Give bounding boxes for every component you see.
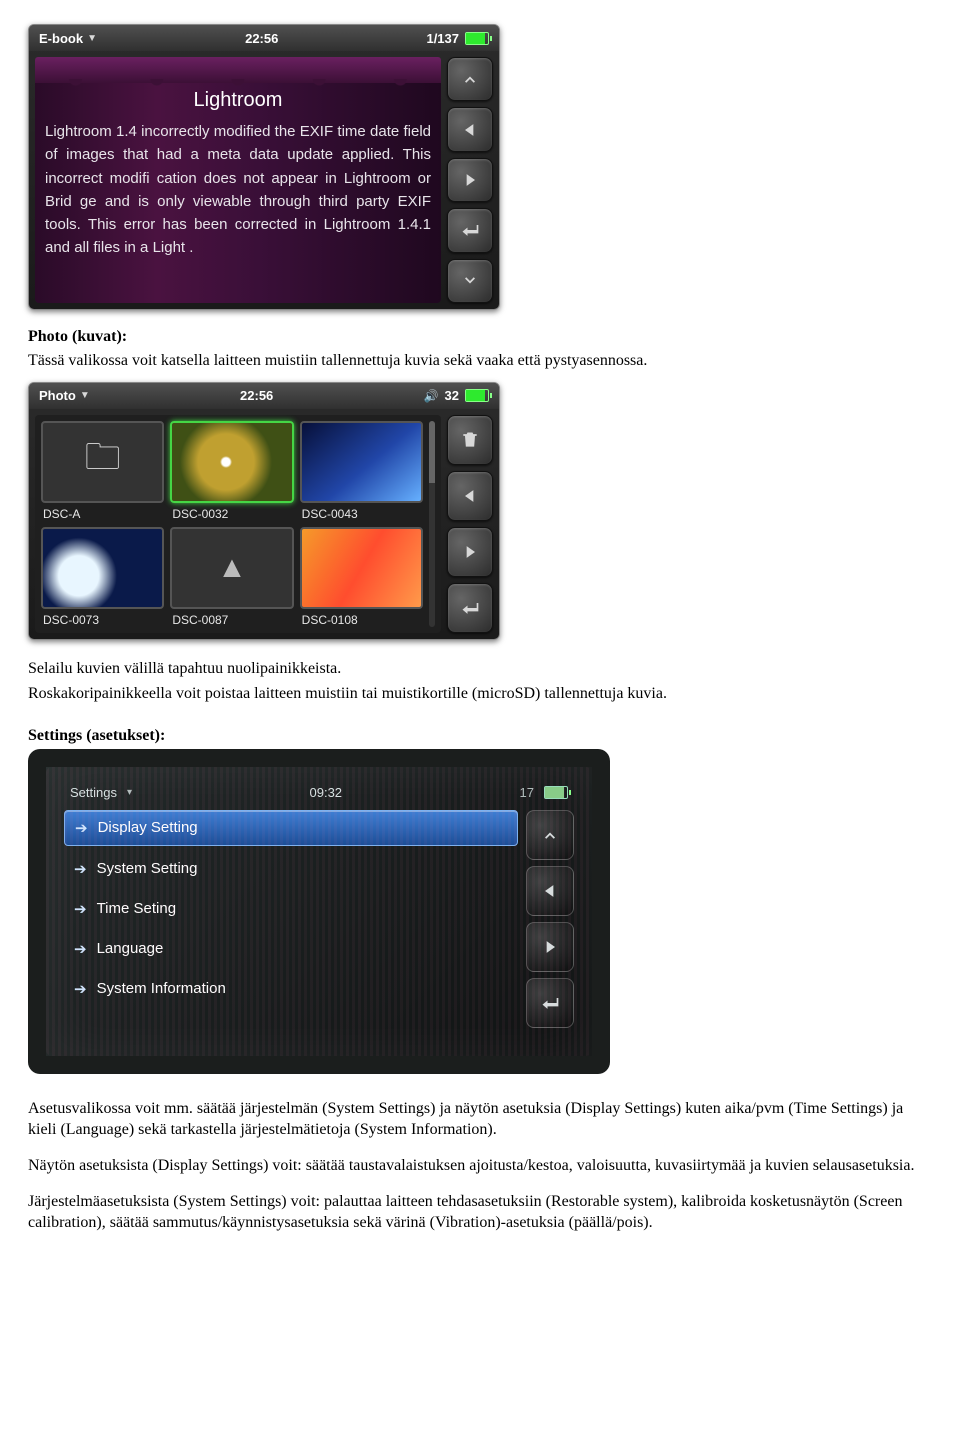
next-button[interactable] bbox=[526, 922, 574, 972]
ebook-screenshot: E-book ▼ 22:56 1/137 Lightroom Lightroom… bbox=[28, 24, 500, 310]
triangle-left-icon bbox=[540, 881, 560, 901]
settings-statusbar: Settings ▾ 09:32 17 bbox=[64, 781, 574, 810]
enter-icon bbox=[460, 220, 480, 240]
photo-thumb[interactable] bbox=[300, 421, 423, 503]
volume-icon: 🔊 bbox=[424, 389, 439, 403]
settings-mode-label[interactable]: Settings bbox=[70, 785, 117, 800]
photo-mode-label[interactable]: Photo bbox=[39, 388, 76, 403]
settings-section-heading: Settings (asetukset): bbox=[28, 727, 932, 745]
scroll-up-button[interactable] bbox=[526, 810, 574, 860]
chevron-down-icon bbox=[460, 271, 480, 291]
photo-screenshot: Photo ▼ 22:56 🔊 32 🗀 DSC-A DSC-0032 bbox=[28, 382, 500, 640]
ebook-page-indicator: 1/137 bbox=[426, 31, 459, 46]
scroll-down-button[interactable] bbox=[447, 259, 493, 303]
thumb-label: DSC-0087 bbox=[170, 613, 293, 627]
settings-item-label: System Setting bbox=[97, 860, 198, 877]
photo-section-heading: Photo (kuvat): bbox=[28, 328, 932, 346]
settings-item-display[interactable]: ➔ Display Setting bbox=[64, 810, 518, 846]
scrollbar[interactable] bbox=[429, 421, 435, 627]
photo-section-p2: Selailu kuvien välillä tapahtuu nuolipai… bbox=[28, 658, 932, 680]
delete-button[interactable] bbox=[447, 415, 493, 465]
chevron-down-icon[interactable]: ▼ bbox=[80, 390, 90, 401]
ebook-mode-label[interactable]: E-book bbox=[39, 31, 83, 46]
settings-time: 09:32 bbox=[310, 785, 343, 800]
trash-icon bbox=[460, 430, 480, 450]
settings-item-label: Language bbox=[97, 940, 164, 957]
triangle-left-icon bbox=[460, 120, 480, 140]
photo-thumb[interactable]: ▲ bbox=[170, 527, 293, 609]
photo-thumb[interactable] bbox=[300, 527, 423, 609]
battery-icon bbox=[465, 389, 489, 402]
enter-icon bbox=[460, 598, 480, 618]
settings-section-p1: Asetusvalikossa voit mm. säätää järjeste… bbox=[28, 1098, 932, 1141]
arrow-right-icon: ➔ bbox=[74, 900, 87, 918]
settings-item-label: System Information bbox=[97, 980, 226, 997]
ebook-statusbar: E-book ▼ 22:56 1/137 bbox=[29, 25, 499, 51]
ebook-content: Lightroom Lightroom 1.4 incorrectly modi… bbox=[35, 57, 441, 303]
ebook-body-text: Lightroom 1.4 incorrectly modified the E… bbox=[45, 120, 431, 260]
settings-item-language[interactable]: ➔ Language bbox=[64, 932, 518, 966]
prev-button[interactable] bbox=[447, 471, 493, 521]
thumb-label: DSC-0073 bbox=[41, 613, 164, 627]
settings-item-label: Display Setting bbox=[98, 819, 198, 836]
enter-button[interactable] bbox=[447, 583, 493, 633]
arrow-right-icon: ➔ bbox=[74, 940, 87, 958]
arrow-right-icon: ➔ bbox=[74, 980, 87, 998]
triangle-left-icon bbox=[460, 486, 480, 506]
triangle-right-icon bbox=[460, 170, 480, 190]
chevron-down-icon[interactable]: ▾ bbox=[127, 787, 132, 798]
photo-folder-thumb[interactable]: 🗀 bbox=[41, 421, 164, 503]
enter-button[interactable] bbox=[447, 208, 493, 252]
thumb-label: DSC-0108 bbox=[300, 613, 423, 627]
prev-button[interactable] bbox=[526, 866, 574, 916]
photo-time: 22:56 bbox=[240, 388, 273, 403]
enter-icon bbox=[540, 993, 560, 1013]
triangle-right-icon bbox=[460, 542, 480, 562]
ebook-time: 22:56 bbox=[245, 31, 278, 46]
settings-section-p2: Näytön asetuksista (Display Settings) vo… bbox=[28, 1155, 932, 1177]
next-page-button[interactable] bbox=[447, 158, 493, 202]
thumb-label: DSC-A bbox=[41, 507, 164, 521]
triangle-right-icon bbox=[540, 937, 560, 957]
arrow-right-icon: ➔ bbox=[74, 860, 87, 878]
photo-section-p3: Roskakoripainikkeella voit poistaa laitt… bbox=[28, 683, 932, 705]
settings-section-p3: Järjestelmäasetuksista (System Settings)… bbox=[28, 1191, 932, 1234]
settings-status-right: 17 bbox=[520, 785, 534, 800]
thumb-label: DSC-0032 bbox=[170, 507, 293, 521]
settings-screenshot: Settings ▾ 09:32 17 ➔ Display Setting ➔ … bbox=[28, 749, 610, 1074]
photo-volume-level: 32 bbox=[445, 388, 459, 403]
prev-page-button[interactable] bbox=[447, 107, 493, 151]
ebook-title: Lightroom bbox=[45, 89, 431, 112]
scroll-up-button[interactable] bbox=[447, 57, 493, 101]
folder-icon: 🗀 bbox=[85, 431, 121, 492]
image-placeholder-icon: ▲ bbox=[217, 551, 247, 585]
enter-button[interactable] bbox=[526, 978, 574, 1028]
photo-thumb[interactable] bbox=[41, 527, 164, 609]
settings-item-time[interactable]: ➔ Time Seting bbox=[64, 892, 518, 926]
next-button[interactable] bbox=[447, 527, 493, 577]
settings-item-label: Time Seting bbox=[97, 900, 176, 917]
curtain-decoration bbox=[35, 57, 441, 83]
settings-item-sysinfo[interactable]: ➔ System Information bbox=[64, 972, 518, 1006]
chevron-down-icon[interactable]: ▼ bbox=[87, 33, 97, 44]
settings-item-system[interactable]: ➔ System Setting bbox=[64, 852, 518, 886]
battery-icon bbox=[465, 32, 489, 45]
arrow-right-icon: ➔ bbox=[75, 819, 88, 837]
photo-gallery: 🗀 DSC-A DSC-0032 DSC-0043 DSC-0073 bbox=[35, 415, 441, 633]
chevron-up-icon bbox=[460, 69, 480, 89]
chevron-up-icon bbox=[540, 825, 560, 845]
battery-icon bbox=[544, 786, 568, 799]
photo-section-p1: Tässä valikossa voit katsella laitteen m… bbox=[28, 350, 932, 372]
photo-statusbar: Photo ▼ 22:56 🔊 32 bbox=[29, 383, 499, 409]
photo-thumb-selected[interactable] bbox=[170, 421, 293, 503]
thumb-label: DSC-0043 bbox=[300, 507, 423, 521]
